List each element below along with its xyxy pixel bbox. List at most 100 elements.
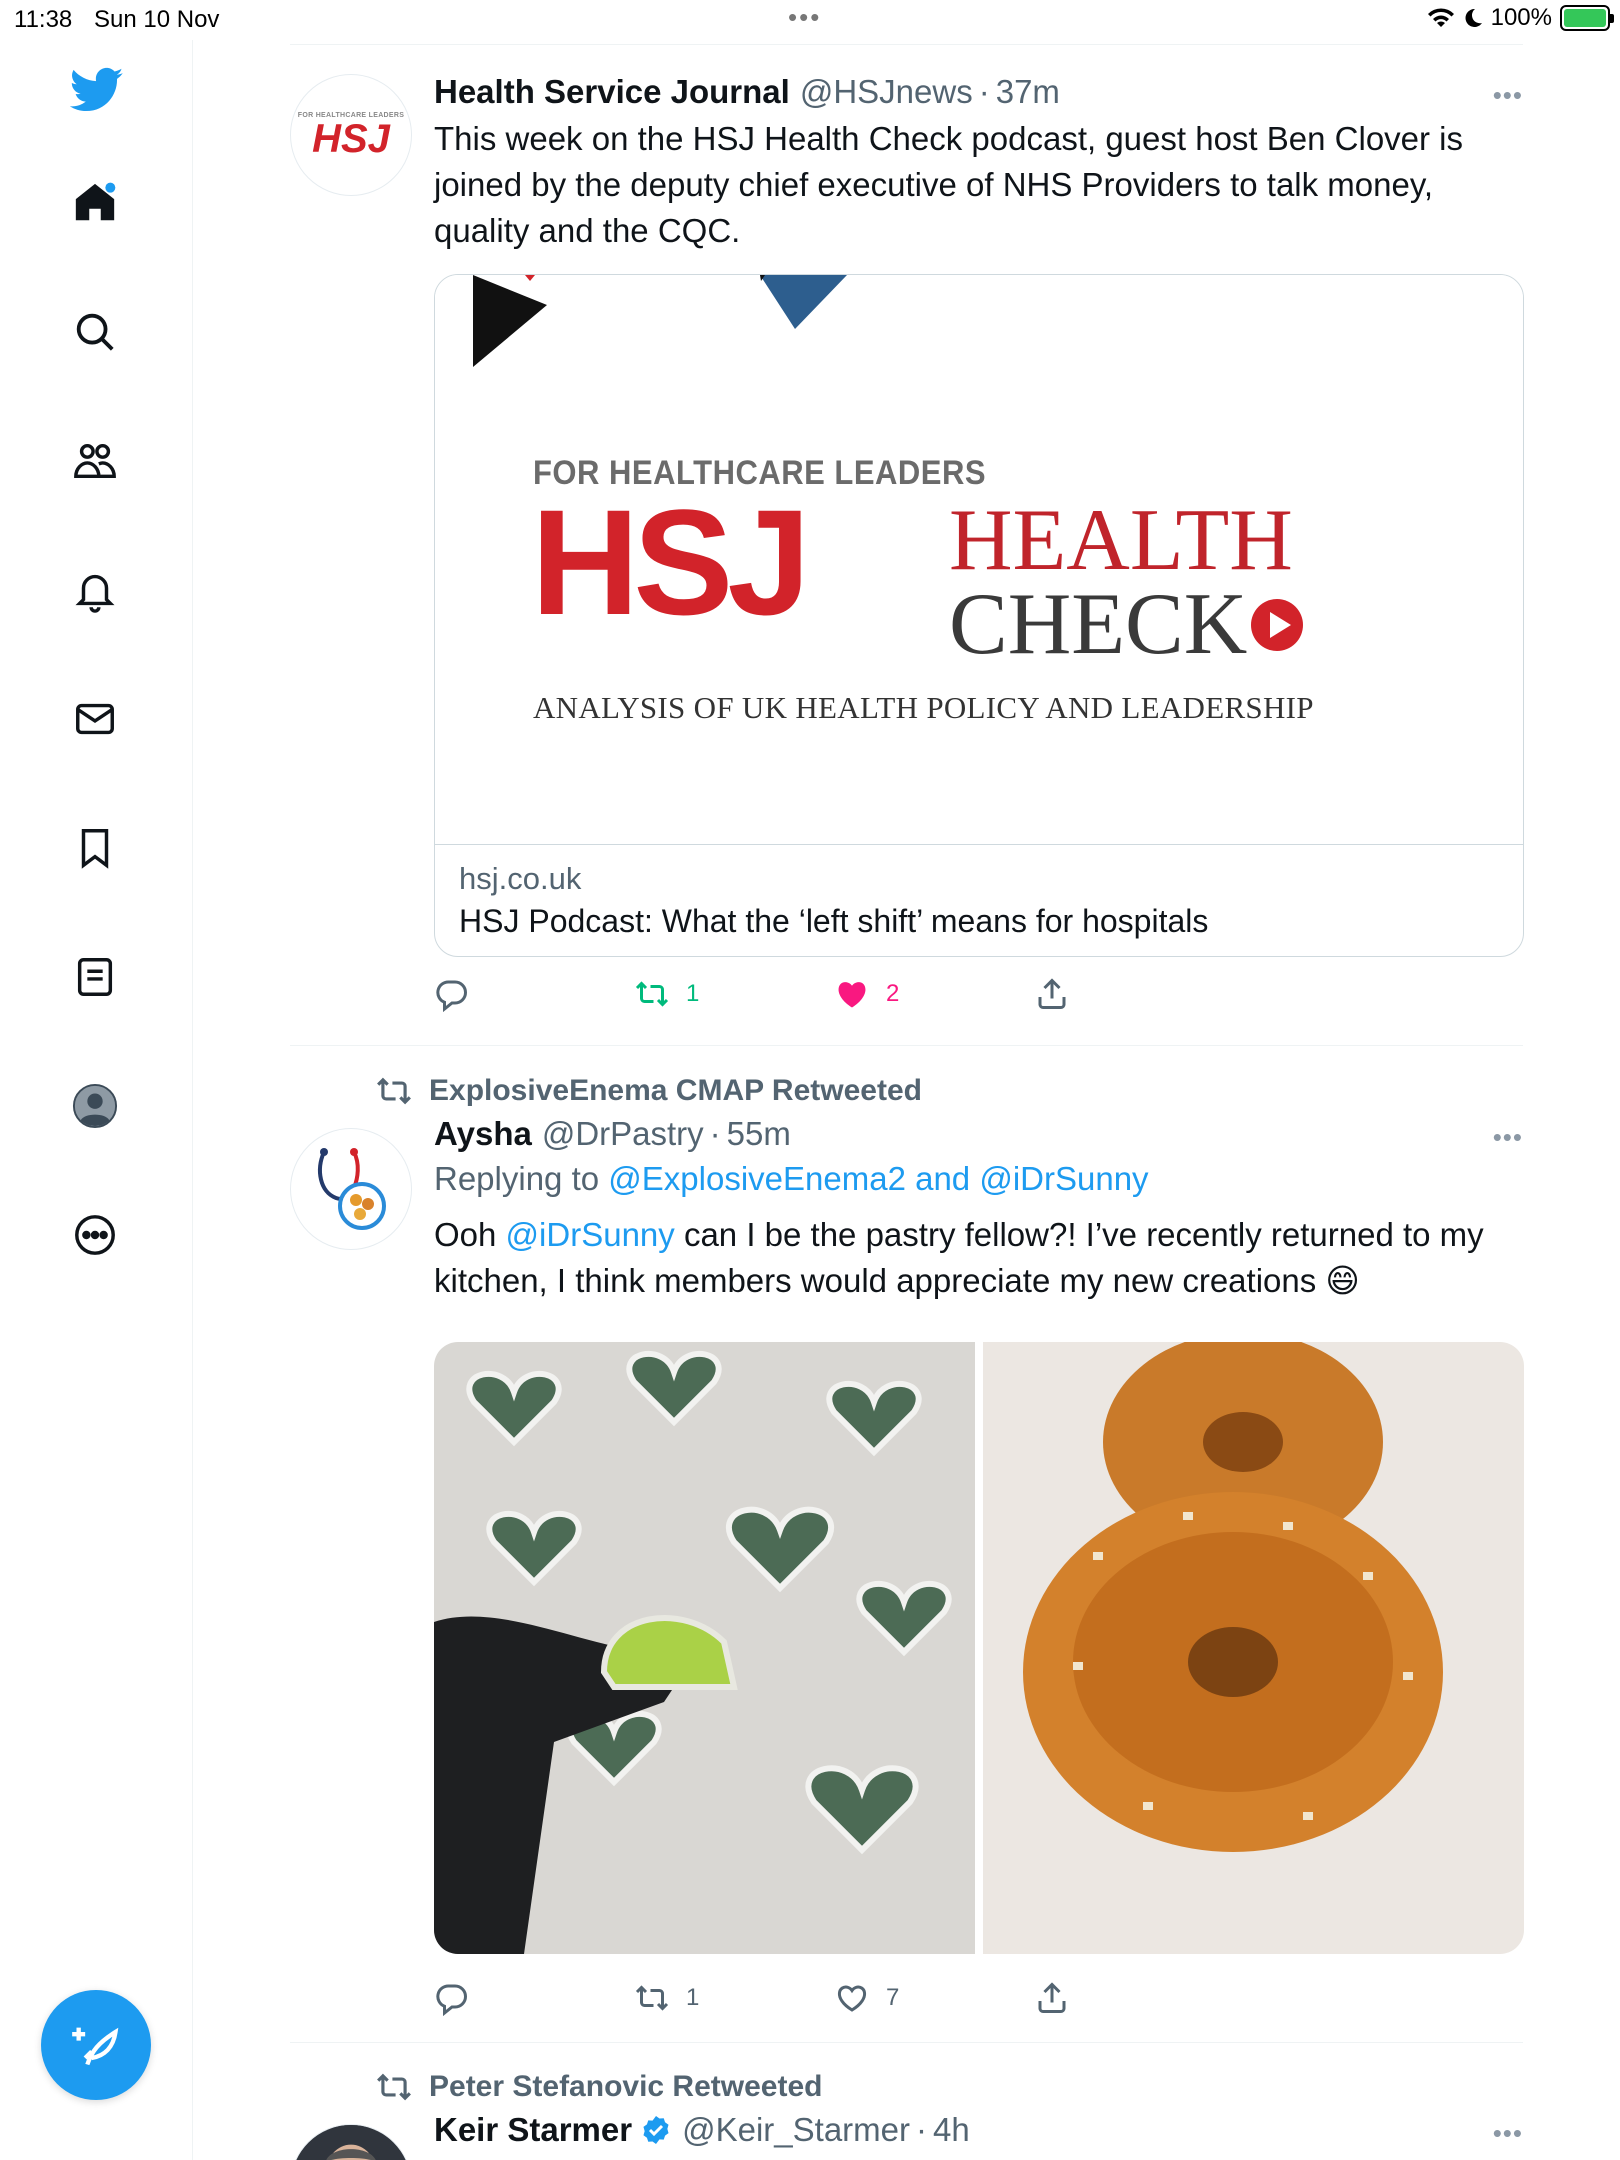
tweet-actions: 1 2	[434, 976, 1234, 1022]
link-card[interactable]: FOR HEALTHCARE LEADERS HSJ HEALTH CHECK …	[434, 274, 1524, 957]
compose-feather-icon	[72, 2027, 119, 2066]
banner-health: HEALTH	[949, 492, 1293, 589]
retweeted-icon	[377, 2073, 411, 2101]
share-icon	[1038, 1982, 1066, 2013]
profile-avatar-icon[interactable]	[66, 1077, 124, 1135]
like-button[interactable]: 2	[834, 976, 899, 1012]
keir-starmer-avatar[interactable]	[290, 2124, 412, 2160]
tweet-text: Ooh @iDrSunny can I be the pastry fellow…	[434, 1212, 1524, 1304]
like-button[interactable]: 7	[834, 1980, 899, 2016]
author-name[interactable]: Health Service Journal	[434, 73, 790, 111]
tweet-time[interactable]: 4h	[933, 2111, 970, 2149]
notifications-bell-icon[interactable]	[66, 561, 124, 619]
header-separator: ·	[916, 2111, 927, 2148]
tweet-more-icon[interactable]: •••	[1493, 1122, 1523, 1153]
tweet-divider	[290, 2042, 1523, 2043]
twitter-logo-icon[interactable]	[62, 60, 132, 118]
moon-icon	[1465, 8, 1482, 27]
verified-badge-icon	[643, 2116, 669, 2144]
retweet-count: 1	[686, 1984, 700, 2011]
person-photo-avatar	[291, 2125, 411, 2160]
aysha-avatar[interactable]	[290, 1128, 412, 1250]
hsj-avatar[interactable]: FOR HEALTHCARE LEADERS HSJ	[290, 74, 412, 196]
status-date: Sun 10 Nov	[94, 6, 220, 33]
banner-check-text: CHECK	[949, 576, 1248, 673]
sidebar	[0, 40, 193, 2160]
lists-icon[interactable]	[66, 948, 124, 1006]
card-domain: hsj.co.uk	[459, 861, 582, 896]
author-handle[interactable]: @Keir_Starmer	[682, 2111, 910, 2149]
bookmarks-icon[interactable]	[66, 819, 124, 877]
retweeted-by-label: Peter Stefanovic Retweeted	[429, 2070, 823, 2103]
retweet-button[interactable]: 1	[634, 976, 699, 1012]
replying-to: Replying to @ExplosiveEnema2 and @iDrSun…	[434, 1160, 1523, 1198]
card-title: HSJ Podcast: What the ‘left shift’ means…	[459, 903, 1209, 939]
share-icon	[1038, 978, 1066, 1009]
tweet-header: Aysha @DrPastry · 55m	[434, 1112, 1523, 1156]
retweet-button[interactable]: 1	[634, 1980, 699, 2016]
replying-prefix: Replying to	[434, 1160, 600, 1197]
explore-search-icon[interactable]	[66, 303, 124, 361]
tweet-body: Health Service Journal @HSJnews · 37m ••…	[434, 70, 1524, 1012]
link-card-image: FOR HEALTHCARE LEADERS HSJ HEALTH CHECK …	[435, 275, 1523, 845]
tweet-header: Keir Starmer @Keir_Starmer · 4h	[434, 2108, 1523, 2152]
hsj-avatar-text: HSJ	[312, 116, 390, 161]
compose-tweet-button[interactable]	[41, 1990, 151, 2100]
tweet-text: This week on the HSJ Health Check podcas…	[434, 120, 1464, 249]
retweeted-by[interactable]: Peter Stefanovic Retweeted	[375, 2068, 822, 2106]
timeline-top-divider	[290, 44, 1523, 45]
tweet-body: Aysha @DrPastry · 55m ••• Replying to @E…	[434, 1112, 1524, 2016]
tweet-divider	[290, 1045, 1523, 1046]
retweet-icon	[635, 1985, 669, 2011]
chocolate-hearts-photo	[434, 1342, 975, 1954]
tweet-header: Health Service Journal @HSJnews · 37m	[434, 70, 1523, 114]
retweet-icon	[635, 981, 669, 1007]
banner-play-icon	[1251, 599, 1304, 651]
banner-check: CHECK	[949, 581, 1305, 669]
reply-icon	[436, 980, 467, 1012]
media-photo-cakes[interactable]	[983, 1342, 1524, 1954]
like-count: 2	[886, 980, 900, 1007]
share-button[interactable]	[1034, 1980, 1070, 2016]
status-time: 11:38	[14, 6, 73, 33]
like-count: 7	[886, 1984, 900, 2011]
author-handle[interactable]: @DrPastry	[542, 1115, 704, 1153]
header-separator: ·	[709, 1115, 721, 1152]
tweet-keir-starmer[interactable]: Peter Stefanovic Retweeted Keir Starmer …	[290, 2068, 1523, 2160]
reply-icon	[436, 1984, 467, 2016]
tweet-actions: 1 7	[434, 1980, 1234, 2026]
status-right: 100%	[1427, 4, 1614, 32]
replying-to-handles[interactable]: @ExplosiveEnema2 and @iDrSunny	[608, 1160, 1148, 1197]
reply-button[interactable]	[434, 976, 486, 1012]
status-bar: 11:38 Sun 10 Nov ••• 100%	[0, 0, 1620, 40]
retweeted-by-label: ExplosiveEnema CMAP Retweeted	[429, 1074, 922, 1107]
bundt-cakes-photo	[983, 1342, 1524, 1954]
retweeted-by[interactable]: ExplosiveEnema CMAP Retweeted	[375, 1072, 922, 1110]
mention-link[interactable]: @iDrSunny	[506, 1216, 675, 1253]
tweet-time[interactable]: 55m	[727, 1115, 791, 1153]
messages-envelope-icon[interactable]	[66, 690, 124, 748]
share-button[interactable]	[1034, 976, 1070, 1012]
author-handle[interactable]: @HSJnews	[800, 73, 973, 111]
battery-percent: 100%	[1490, 4, 1552, 31]
tweet-media-grid	[434, 1342, 1524, 1954]
tweet-more-icon[interactable]: •••	[1493, 80, 1523, 111]
tweet-body: Keir Starmer @Keir_Starmer · 4h •••	[434, 2108, 1523, 2152]
media-photo-chocolates[interactable]	[434, 1342, 975, 1954]
retweeted-icon	[377, 1077, 411, 1105]
communities-icon[interactable]	[66, 432, 124, 490]
multitasking-dots[interactable]: •••	[788, 2, 821, 33]
home-icon[interactable]	[66, 174, 124, 232]
more-options-icon[interactable]	[66, 1206, 124, 1264]
author-name[interactable]: Aysha	[434, 1115, 532, 1153]
tweet-hsj[interactable]: FOR HEALTHCARE LEADERS HSJ Health Servic…	[290, 70, 1524, 1040]
author-name[interactable]: Keir Starmer	[434, 2111, 632, 2149]
banner-hsj-logo: HSJ	[531, 478, 811, 646]
reply-button[interactable]	[434, 1980, 486, 2016]
tweet-time[interactable]: 37m	[996, 73, 1060, 111]
tweet-aysha[interactable]: ExplosiveEnema CMAP Retweeted Aysha @DrP…	[290, 1072, 1524, 2032]
hsj-avatar-logo: FOR HEALTHCARE LEADERS HSJ	[298, 112, 404, 159]
heart-outline-icon	[837, 1985, 867, 2012]
banner-subtitle: ANALYSIS OF UK HEALTH POLICY AND LEADERS…	[533, 690, 1314, 725]
tweet-more-icon[interactable]: •••	[1493, 2118, 1523, 2149]
